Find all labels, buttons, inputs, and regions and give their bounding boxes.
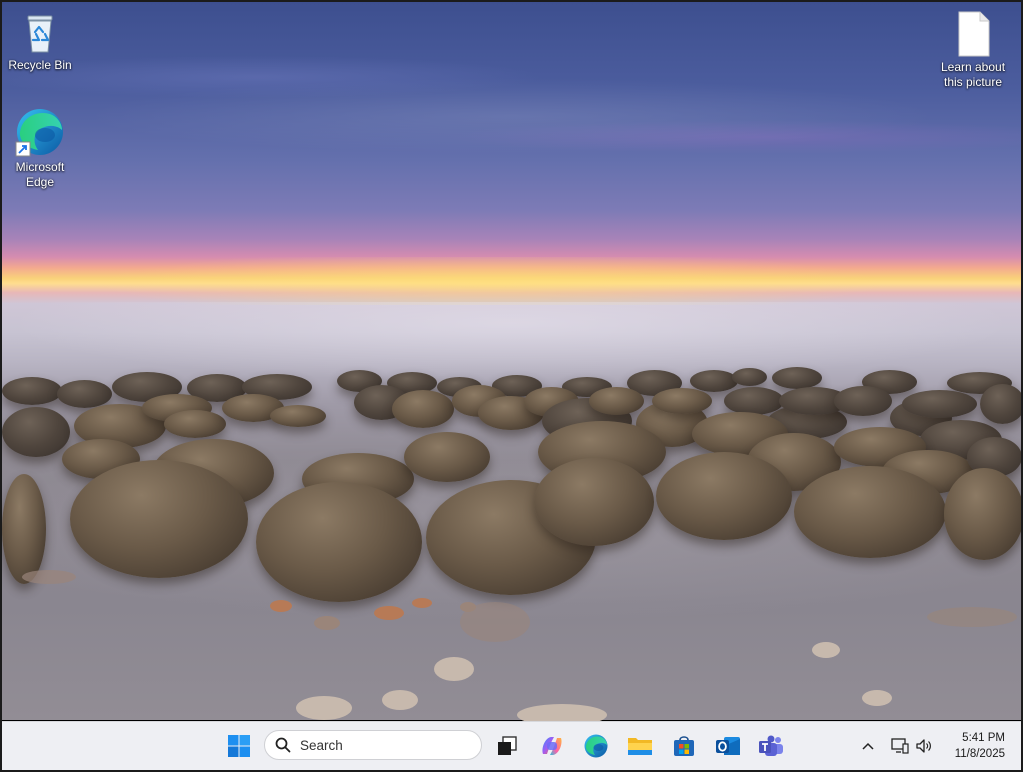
teams-button[interactable] [755,730,787,762]
desktop-icon-label: Recycle Bin [8,58,72,72]
edge-icon [15,109,63,157]
desktop-icon-microsoft-edge[interactable]: Microsoft Edge [2,106,78,190]
task-view-button[interactable] [491,730,523,762]
network-icon [891,738,909,754]
file-explorer-button[interactable] [624,730,656,762]
wallpaper-pebble [460,602,530,642]
wallpaper-rock [794,466,946,558]
desktop-icon-label: Learn about this picture [940,60,1006,89]
edge-icon [584,734,608,758]
wallpaper-rock [589,387,644,415]
windows-logo-icon [228,735,250,757]
desktop-icon-learn-about-picture[interactable]: Learn about this picture [933,10,1013,90]
wallpaper-rock [980,384,1021,424]
network-status[interactable] [887,722,913,770]
edge-taskbar-button[interactable] [580,730,612,762]
wallpaper-rock [256,482,422,602]
wallpaper-rock [834,386,892,416]
wallpaper-pebble [927,607,1017,627]
wallpaper-rock [392,390,454,428]
copilot-icon [542,737,562,755]
chevron-up-icon [862,742,874,750]
taskbar-search-box[interactable]: Search [264,730,482,760]
wallpaper-rock [944,468,1021,560]
microsoft-store-button[interactable] [668,730,700,762]
wallpaper-pebble [812,642,840,658]
taskbar-clock[interactable]: 5:41 PM 11/8/2025 [955,730,1005,762]
wallpaper-rock [2,474,46,584]
desktop-icon-recycle-bin[interactable]: Recycle Bin [2,10,78,73]
wallpaper-rock [70,460,248,578]
search-icon [275,737,291,753]
wallpaper-pebble [382,690,418,710]
outlook-icon [716,737,740,755]
wallpaper-pebble [434,657,474,681]
taskbar: Search 5:41 PM 11/8/2025 [2,721,1021,770]
clock-date: 11/8/2025 [954,748,1005,760]
task-view-icon [498,736,517,755]
volume-control[interactable] [912,722,936,770]
wallpaper-rock [2,407,70,457]
wallpaper-rock [404,432,490,482]
wallpaper-pebble [374,606,404,620]
wallpaper-rock [902,390,977,418]
volume-icon [916,739,931,753]
wallpaper-rock [732,368,767,386]
document-icon [958,11,990,57]
wallpaper-pebble [296,696,352,720]
wallpaper-rock [2,377,62,405]
wallpaper-rock [270,405,326,427]
store-icon [674,736,694,756]
search-placeholder: Search [300,737,343,753]
wallpaper-rock [164,410,226,438]
wallpaper-sunset-glow [2,257,1021,305]
desktop-screen: Recycle Bin Microsoft Edge Learn about t… [0,0,1023,772]
wallpaper-rock [656,452,792,540]
tray-overflow-button[interactable] [857,722,879,770]
copilot-button[interactable] [536,730,568,762]
wallpaper-pebble [412,598,432,608]
start-button[interactable] [223,730,255,762]
file-explorer-icon [628,738,652,755]
clock-time: 5:41 PM [962,732,1005,744]
teams-icon [759,735,783,756]
desktop-icon-label: Microsoft Edge [15,160,65,189]
wallpaper-pebble [862,690,892,706]
wallpaper-rock [534,458,654,546]
wallpaper-rock [652,388,712,414]
wallpaper-pebble [270,600,292,612]
wallpaper-rock [772,367,822,389]
outlook-button[interactable] [712,730,744,762]
wallpaper-rock [57,380,112,408]
wallpaper-pebble [314,616,340,630]
recycle-bin-icon [27,15,53,53]
wallpaper-rock [690,370,738,392]
desktop-wallpaper [2,2,1021,726]
wallpaper-pebble [22,570,76,584]
